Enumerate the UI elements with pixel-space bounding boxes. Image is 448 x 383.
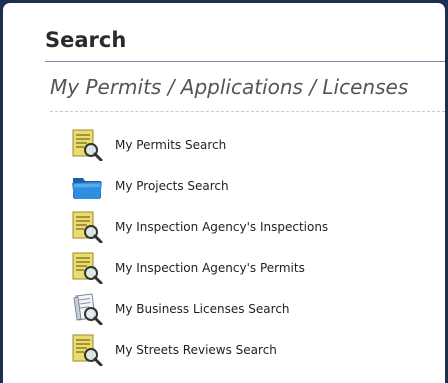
- section-title: My Permits / Applications / Licenses: [50, 75, 409, 99]
- link-label: My Business Licenses Search: [115, 302, 290, 316]
- section-heading: My Permits / Applications / Licenses: [50, 75, 445, 112]
- link-label: My Streets Reviews Search: [115, 343, 277, 357]
- my-streets-reviews-search-link[interactable]: My Streets Reviews Search: [71, 330, 431, 370]
- search-heading: Search: [45, 21, 445, 62]
- my-projects-search-link[interactable]: My Projects Search: [71, 166, 431, 206]
- license-search-icon: [71, 293, 103, 325]
- my-business-licenses-search-link[interactable]: My Business Licenses Search: [71, 289, 431, 329]
- my-inspection-agency-inspections-link[interactable]: My Inspection Agency's Inspections: [71, 207, 431, 247]
- document-search-icon: [71, 252, 103, 284]
- search-links-list: My Permits Search My Projects Search My …: [71, 125, 431, 370]
- document-search-icon: [71, 334, 103, 366]
- link-label: My Inspection Agency's Inspections: [115, 220, 329, 234]
- document-search-icon: [71, 129, 103, 161]
- search-panel: Search My Permits / Applications / Licen…: [3, 3, 445, 383]
- link-label: My Projects Search: [115, 179, 229, 193]
- link-label: My Inspection Agency's Permits: [115, 261, 305, 275]
- search-title: Search: [45, 28, 127, 52]
- my-inspection-agency-permits-link[interactable]: My Inspection Agency's Permits: [71, 248, 431, 288]
- folder-icon: [71, 170, 103, 202]
- link-label: My Permits Search: [115, 138, 227, 152]
- document-search-icon: [71, 211, 103, 243]
- my-permits-search-link[interactable]: My Permits Search: [71, 125, 431, 165]
